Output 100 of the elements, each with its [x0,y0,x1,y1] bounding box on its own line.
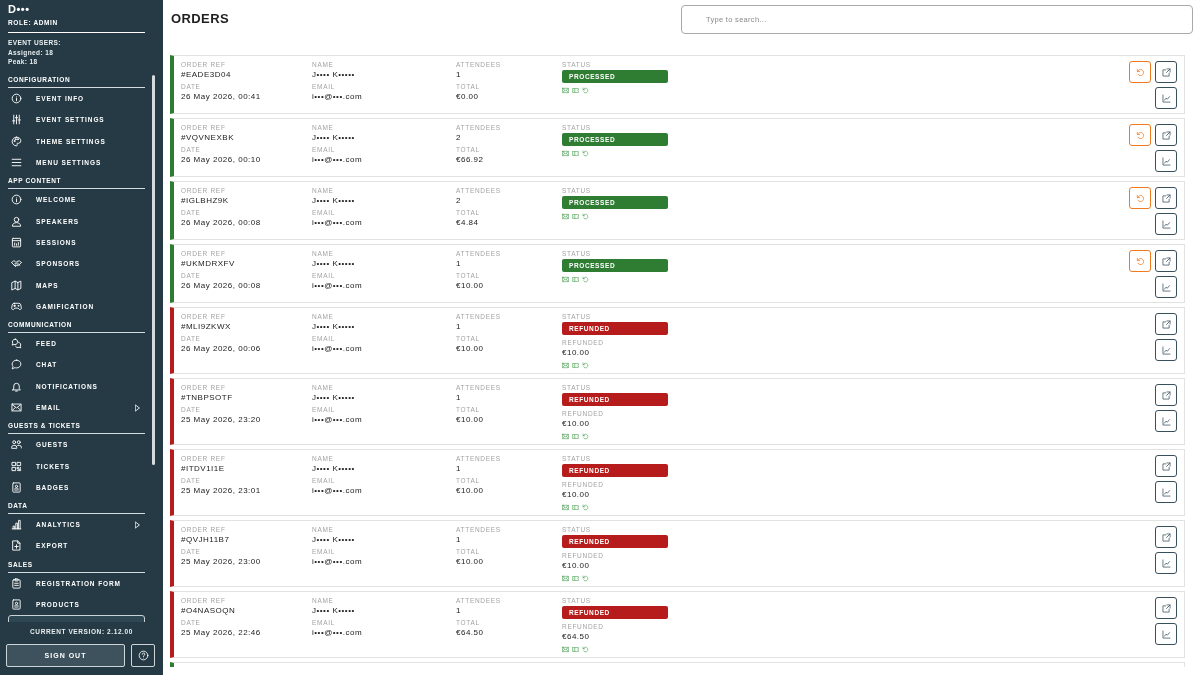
info-icon [11,194,22,206]
field-value: €66.92 [456,154,485,165]
envelope-icon [11,402,22,413]
help-button[interactable] [131,644,155,667]
field-value: 1 [456,258,462,269]
field-value: 26 May 2026, 00:06 [181,343,262,354]
field-value: J•••• K••••• [312,605,356,616]
envelope-icon [562,87,569,94]
external-link-icon [1161,130,1171,140]
gamepad-icon [11,300,22,312]
ticket-icon [572,575,579,582]
line-chart-icon [1161,487,1171,497]
field-value: J•••• K••••• [312,321,356,332]
account-name: D••• [8,3,31,15]
field-value: J•••• K••••• [312,392,356,403]
line-chart-icon [1161,282,1171,292]
field-value: 2 [456,132,462,143]
field-value: €10.00 [456,485,485,496]
page-title: ORDERS [171,11,230,27]
open-external-button[interactable] [1155,187,1177,209]
chart-button[interactable] [1155,481,1177,503]
ticket-icon [572,276,579,283]
chart-button[interactable] [1155,87,1177,109]
chart-button[interactable] [1155,339,1177,361]
circular-arrow-icon [582,433,589,440]
chart-button[interactable] [1155,552,1177,574]
field-value: i•••@•••.com [312,217,364,228]
circular-arrow-icon [582,646,589,653]
chart-button[interactable] [1155,410,1177,432]
external-link-icon [1161,461,1171,471]
circular-arrow-icon [582,362,589,369]
chart-button[interactable] [1155,276,1177,298]
open-external-button[interactable] [1155,313,1177,335]
palette-icon [11,135,22,147]
scrollbar[interactable] [152,75,155,465]
field-value: €0.00 [456,91,480,102]
field-value: 26 May 2026, 00:08 [181,217,262,228]
field-value: i•••@•••.com [312,280,364,291]
field-value: 2 [456,195,462,206]
field-value: J•••• K••••• [312,258,356,269]
id-badge-icon [11,599,22,611]
chart-button[interactable] [1155,150,1177,172]
open-external-button[interactable] [1155,526,1177,548]
field-value: i•••@•••.com [312,154,364,165]
external-link-icon [1161,256,1171,266]
circular-arrow-icon [1135,193,1145,203]
circular-arrow-icon [582,150,589,157]
circular-arrow-icon [1135,130,1145,140]
circular-arrow-icon [582,575,589,582]
circular-arrow-icon [1135,256,1145,266]
field-value: 1 [456,392,462,403]
line-chart-icon [1161,558,1171,568]
envelope-icon [562,276,569,283]
ticket-icon [572,150,579,157]
external-link-icon [1161,193,1171,203]
field-value: #IGLBHZ9K [181,195,230,206]
circular-arrow-icon [582,504,589,511]
ticket-icon [572,504,579,511]
envelope-icon [562,646,569,653]
line-chart-icon [1161,156,1171,166]
chart-button[interactable] [1155,213,1177,235]
field-value: 1 [456,321,462,332]
calendar-icon [11,236,22,248]
field-value: i•••@•••.com [312,414,364,425]
field-value: 1 [456,605,462,616]
field-value: €10.00 [456,556,485,567]
info-icon [11,93,22,105]
open-external-button[interactable] [1155,384,1177,406]
external-link-icon [1161,532,1171,542]
field-value: i•••@•••.com [312,627,364,638]
field-value: J•••• K••••• [312,463,356,474]
open-external-button[interactable] [1155,124,1177,146]
line-chart-icon [1161,629,1171,639]
field-value: 25 May 2026, 22:46 [181,627,262,638]
open-external-button[interactable] [1155,61,1177,83]
line-chart-icon [1161,219,1171,229]
field-value: #TNBPSOTF [181,392,234,403]
map-icon [11,279,22,291]
field-value: J•••• K••••• [312,69,356,80]
field-value: i•••@•••.com [312,556,364,567]
open-external-button[interactable] [1155,250,1177,272]
circular-arrow-icon [582,276,589,283]
chart-button[interactable] [1155,623,1177,645]
envelope-icon [562,362,569,369]
field-value: J•••• K••••• [312,195,356,206]
external-link-icon [1161,603,1171,613]
circular-arrow-icon [1135,67,1145,77]
envelope-icon [562,504,569,511]
open-external-button[interactable] [1155,455,1177,477]
field-value: i•••@•••.com [312,485,364,496]
field-value: €10.00 [562,418,590,429]
line-chart-icon [1161,93,1171,103]
speech-bubble-icon [11,359,22,371]
open-external-button[interactable] [1155,597,1177,619]
field-value: 26 May 2026, 00:10 [181,154,262,165]
field-value: J•••• K••••• [312,534,356,545]
field-value: €10.00 [456,343,485,354]
external-link-icon [1161,390,1171,400]
field-value: i•••@•••.com [312,91,364,102]
ticket-icon [572,213,579,220]
